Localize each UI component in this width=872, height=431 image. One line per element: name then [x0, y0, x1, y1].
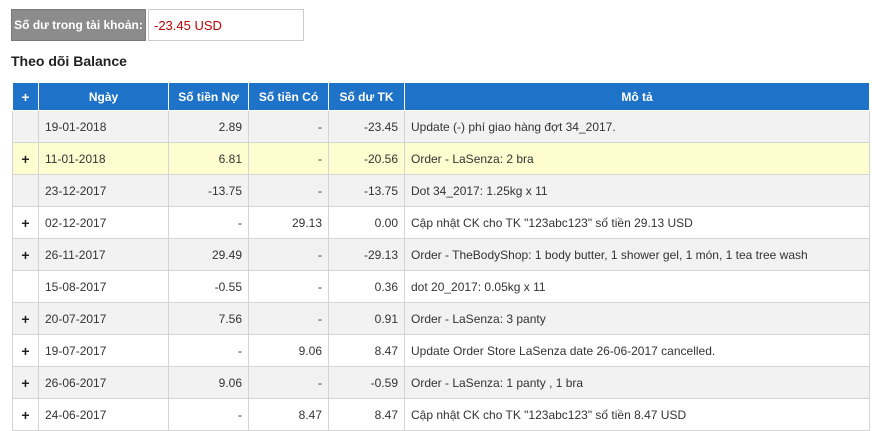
column-header-credit[interactable]: Số tiền Có	[248, 82, 329, 111]
table-row: + 02-12-2017 - 29.13 0.00 Cập nhật CK ch…	[12, 206, 870, 239]
column-header-debit[interactable]: Số tiền Nợ	[168, 82, 249, 111]
expand-row-button	[12, 110, 39, 143]
cell-credit: -	[248, 238, 329, 271]
cell-description: Update Order Store LaSenza date 26-06-20…	[404, 334, 870, 367]
expand-row-button	[12, 174, 39, 207]
cell-date: 11-01-2018	[38, 142, 169, 175]
cell-balance: -0.59	[328, 366, 405, 399]
table-header-row: + Ngày Số tiền Nợ Số tiền Có Số dư TK Mô…	[12, 82, 870, 111]
column-header-description: Mô tả	[404, 82, 870, 111]
cell-credit: -	[248, 270, 329, 303]
expand-row-button[interactable]: +	[12, 398, 39, 431]
cell-debit: 2.89	[168, 110, 249, 143]
expand-row-button[interactable]: +	[12, 206, 39, 239]
cell-date: 26-06-2017	[38, 366, 169, 399]
account-balance: Số dư trong tài khoản: -23.45 USD	[11, 9, 304, 41]
table-row: 15-08-2017 -0.55 - 0.36 dot 20_2017: 0.0…	[12, 270, 870, 303]
cell-description: Order - LaSenza: 3 panty	[404, 302, 870, 335]
cell-debit: 29.49	[168, 238, 249, 271]
expand-row-button[interactable]: +	[12, 142, 39, 175]
balance-value: -23.45 USD	[148, 9, 304, 41]
expand-row-button[interactable]: +	[12, 366, 39, 399]
cell-debit: 9.06	[168, 366, 249, 399]
expand-all-button[interactable]: +	[12, 82, 39, 111]
cell-credit: -	[248, 302, 329, 335]
table-row: + 26-11-2017 29.49 - -29.13 Order - TheB…	[12, 238, 870, 271]
cell-balance: 0.00	[328, 206, 405, 239]
cell-description: dot 20_2017: 0.05kg x 11	[404, 270, 870, 303]
cell-balance: -20.56	[328, 142, 405, 175]
cell-credit: -	[248, 110, 329, 143]
cell-balance: 0.91	[328, 302, 405, 335]
balance-table: + Ngày Số tiền Nợ Số tiền Có Số dư TK Mô…	[12, 82, 870, 431]
table-row: 23-12-2017 -13.75 - -13.75 Dot 34_2017: …	[12, 174, 870, 207]
cell-debit: 6.81	[168, 142, 249, 175]
cell-credit: -	[248, 142, 329, 175]
cell-debit: -	[168, 206, 249, 239]
cell-debit: 7.56	[168, 302, 249, 335]
cell-date: 02-12-2017	[38, 206, 169, 239]
expand-row-button[interactable]: +	[12, 334, 39, 367]
cell-credit: 8.47	[248, 398, 329, 431]
table-row: 19-01-2018 2.89 - -23.45 Update (-) phí …	[12, 110, 870, 143]
cell-date: 24-06-2017	[38, 398, 169, 431]
cell-credit: -	[248, 174, 329, 207]
cell-credit: 9.06	[248, 334, 329, 367]
expand-row-button	[12, 270, 39, 303]
table-row: + 26-06-2017 9.06 - -0.59 Order - LaSenz…	[12, 366, 870, 399]
cell-date: 20-07-2017	[38, 302, 169, 335]
cell-date: 19-01-2018	[38, 110, 169, 143]
cell-description: Cập nhật CK cho TK "123abc123" số tiền 8…	[404, 398, 870, 431]
column-header-balance[interactable]: Số dư TK	[328, 82, 405, 111]
balance-label: Số dư trong tài khoản:	[11, 9, 146, 41]
cell-description: Order - TheBodyShop: 1 body butter, 1 sh…	[404, 238, 870, 271]
cell-date: 23-12-2017	[38, 174, 169, 207]
expand-row-button[interactable]: +	[12, 238, 39, 271]
cell-balance: 8.47	[328, 398, 405, 431]
cell-description: Order - LaSenza: 1 panty , 1 bra	[404, 366, 870, 399]
cell-balance: -29.13	[328, 238, 405, 271]
cell-date: 19-07-2017	[38, 334, 169, 367]
cell-credit: -	[248, 366, 329, 399]
table-row: + 11-01-2018 6.81 - -20.56 Order - LaSen…	[12, 142, 870, 175]
column-header-date[interactable]: Ngày	[38, 82, 169, 111]
table-row: + 24-06-2017 - 8.47 8.47 Cập nhật CK cho…	[12, 398, 870, 431]
cell-debit: -13.75	[168, 174, 249, 207]
table-row: + 19-07-2017 - 9.06 8.47 Update Order St…	[12, 334, 870, 367]
cell-debit: -	[168, 398, 249, 431]
expand-row-button[interactable]: +	[12, 302, 39, 335]
cell-description: Dot 34_2017: 1.25kg x 11	[404, 174, 870, 207]
cell-description: Order - LaSenza: 2 bra	[404, 142, 870, 175]
cell-balance: 8.47	[328, 334, 405, 367]
cell-credit: 29.13	[248, 206, 329, 239]
cell-balance: -13.75	[328, 174, 405, 207]
cell-debit: -	[168, 334, 249, 367]
cell-date: 26-11-2017	[38, 238, 169, 271]
cell-balance: -23.45	[328, 110, 405, 143]
table-row: + 20-07-2017 7.56 - 0.91 Order - LaSenza…	[12, 302, 870, 335]
cell-debit: -0.55	[168, 270, 249, 303]
cell-balance: 0.36	[328, 270, 405, 303]
section-title: Theo dõi Balance	[11, 53, 127, 69]
cell-date: 15-08-2017	[38, 270, 169, 303]
cell-description: Cập nhật CK cho TK "123abc123" số tiền 2…	[404, 206, 870, 239]
cell-description: Update (-) phí giao hàng đợt 34_2017.	[404, 110, 870, 143]
